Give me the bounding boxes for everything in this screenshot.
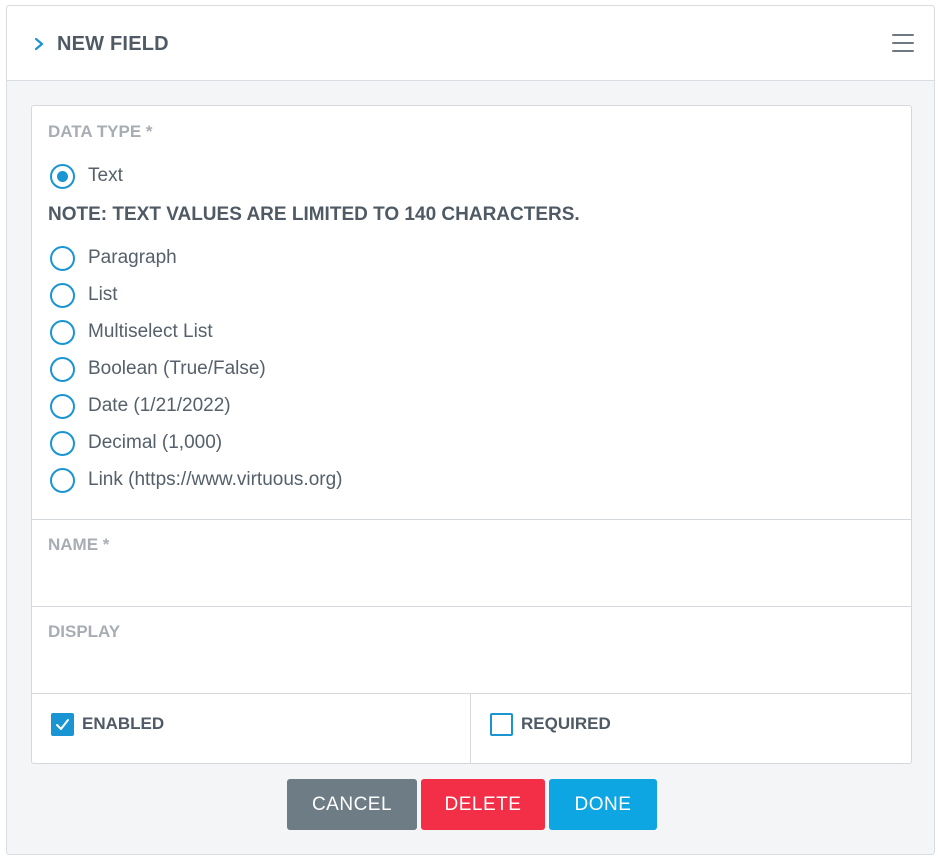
radio-label: Date (1/21/2022) xyxy=(88,395,231,416)
radio-button[interactable] xyxy=(50,467,75,493)
radio-option-list[interactable]: List xyxy=(50,282,118,308)
radio-button[interactable] xyxy=(50,430,75,456)
text-limit-note: NOTE: TEXT VALUES ARE LIMITED TO 140 CHA… xyxy=(48,204,580,225)
panel-header: NEW FIELD xyxy=(7,6,934,81)
radio-label: List xyxy=(88,284,118,305)
radio-button[interactable] xyxy=(50,356,75,382)
radio-option-link[interactable]: Link (https://www.virtuous.org) xyxy=(50,467,342,493)
new-field-panel: NEW FIELD DATA TYPE * Text NOTE: TEXT VA… xyxy=(6,5,935,855)
enabled-checkbox[interactable] xyxy=(51,712,74,736)
radio-option-paragraph[interactable]: Paragraph xyxy=(50,245,177,271)
hamburger-menu-icon[interactable] xyxy=(892,33,914,53)
radio-button[interactable] xyxy=(50,393,75,419)
panel-title: NEW FIELD xyxy=(57,33,169,55)
display-input[interactable] xyxy=(32,607,911,693)
radio-label: Text xyxy=(88,165,123,186)
cancel-button[interactable]: CANCEL xyxy=(287,779,417,830)
section-divider xyxy=(32,693,911,694)
radio-label: Boolean (True/False) xyxy=(88,358,266,379)
delete-button[interactable]: DELETE xyxy=(421,779,545,830)
radio-option-text[interactable]: Text xyxy=(50,163,123,189)
radio-button-checked[interactable] xyxy=(50,163,75,189)
radio-label: Multiselect List xyxy=(88,321,213,342)
name-input[interactable] xyxy=(32,520,911,606)
radio-label: Link (https://www.virtuous.org) xyxy=(88,469,343,490)
enabled-label: ENABLED xyxy=(82,714,165,733)
checkmark-icon xyxy=(56,718,69,730)
done-button[interactable]: DONE xyxy=(549,779,657,830)
radio-option-decimal[interactable]: Decimal (1,000) xyxy=(50,430,222,456)
chevron-right-icon[interactable] xyxy=(33,36,47,52)
field-form-card: DATA TYPE * Text NOTE: TEXT VALUES ARE L… xyxy=(31,105,912,764)
radio-option-date[interactable]: Date (1/21/2022) xyxy=(50,393,231,419)
enabled-checkbox-row[interactable]: ENABLED xyxy=(51,712,164,736)
required-checkbox-row[interactable]: REQUIRED xyxy=(490,712,611,736)
radio-button[interactable] xyxy=(50,282,75,308)
column-divider xyxy=(470,693,471,764)
radio-label: Paragraph xyxy=(88,247,177,268)
radio-option-boolean[interactable]: Boolean (True/False) xyxy=(50,356,266,382)
radio-button[interactable] xyxy=(50,319,75,345)
required-checkbox[interactable] xyxy=(490,712,513,736)
required-label: REQUIRED xyxy=(521,714,611,733)
radio-option-multiselect-list[interactable]: Multiselect List xyxy=(50,319,213,345)
radio-button[interactable] xyxy=(50,245,75,271)
radio-label: Decimal (1,000) xyxy=(88,432,223,453)
data-type-label: DATA TYPE * xyxy=(48,122,153,141)
